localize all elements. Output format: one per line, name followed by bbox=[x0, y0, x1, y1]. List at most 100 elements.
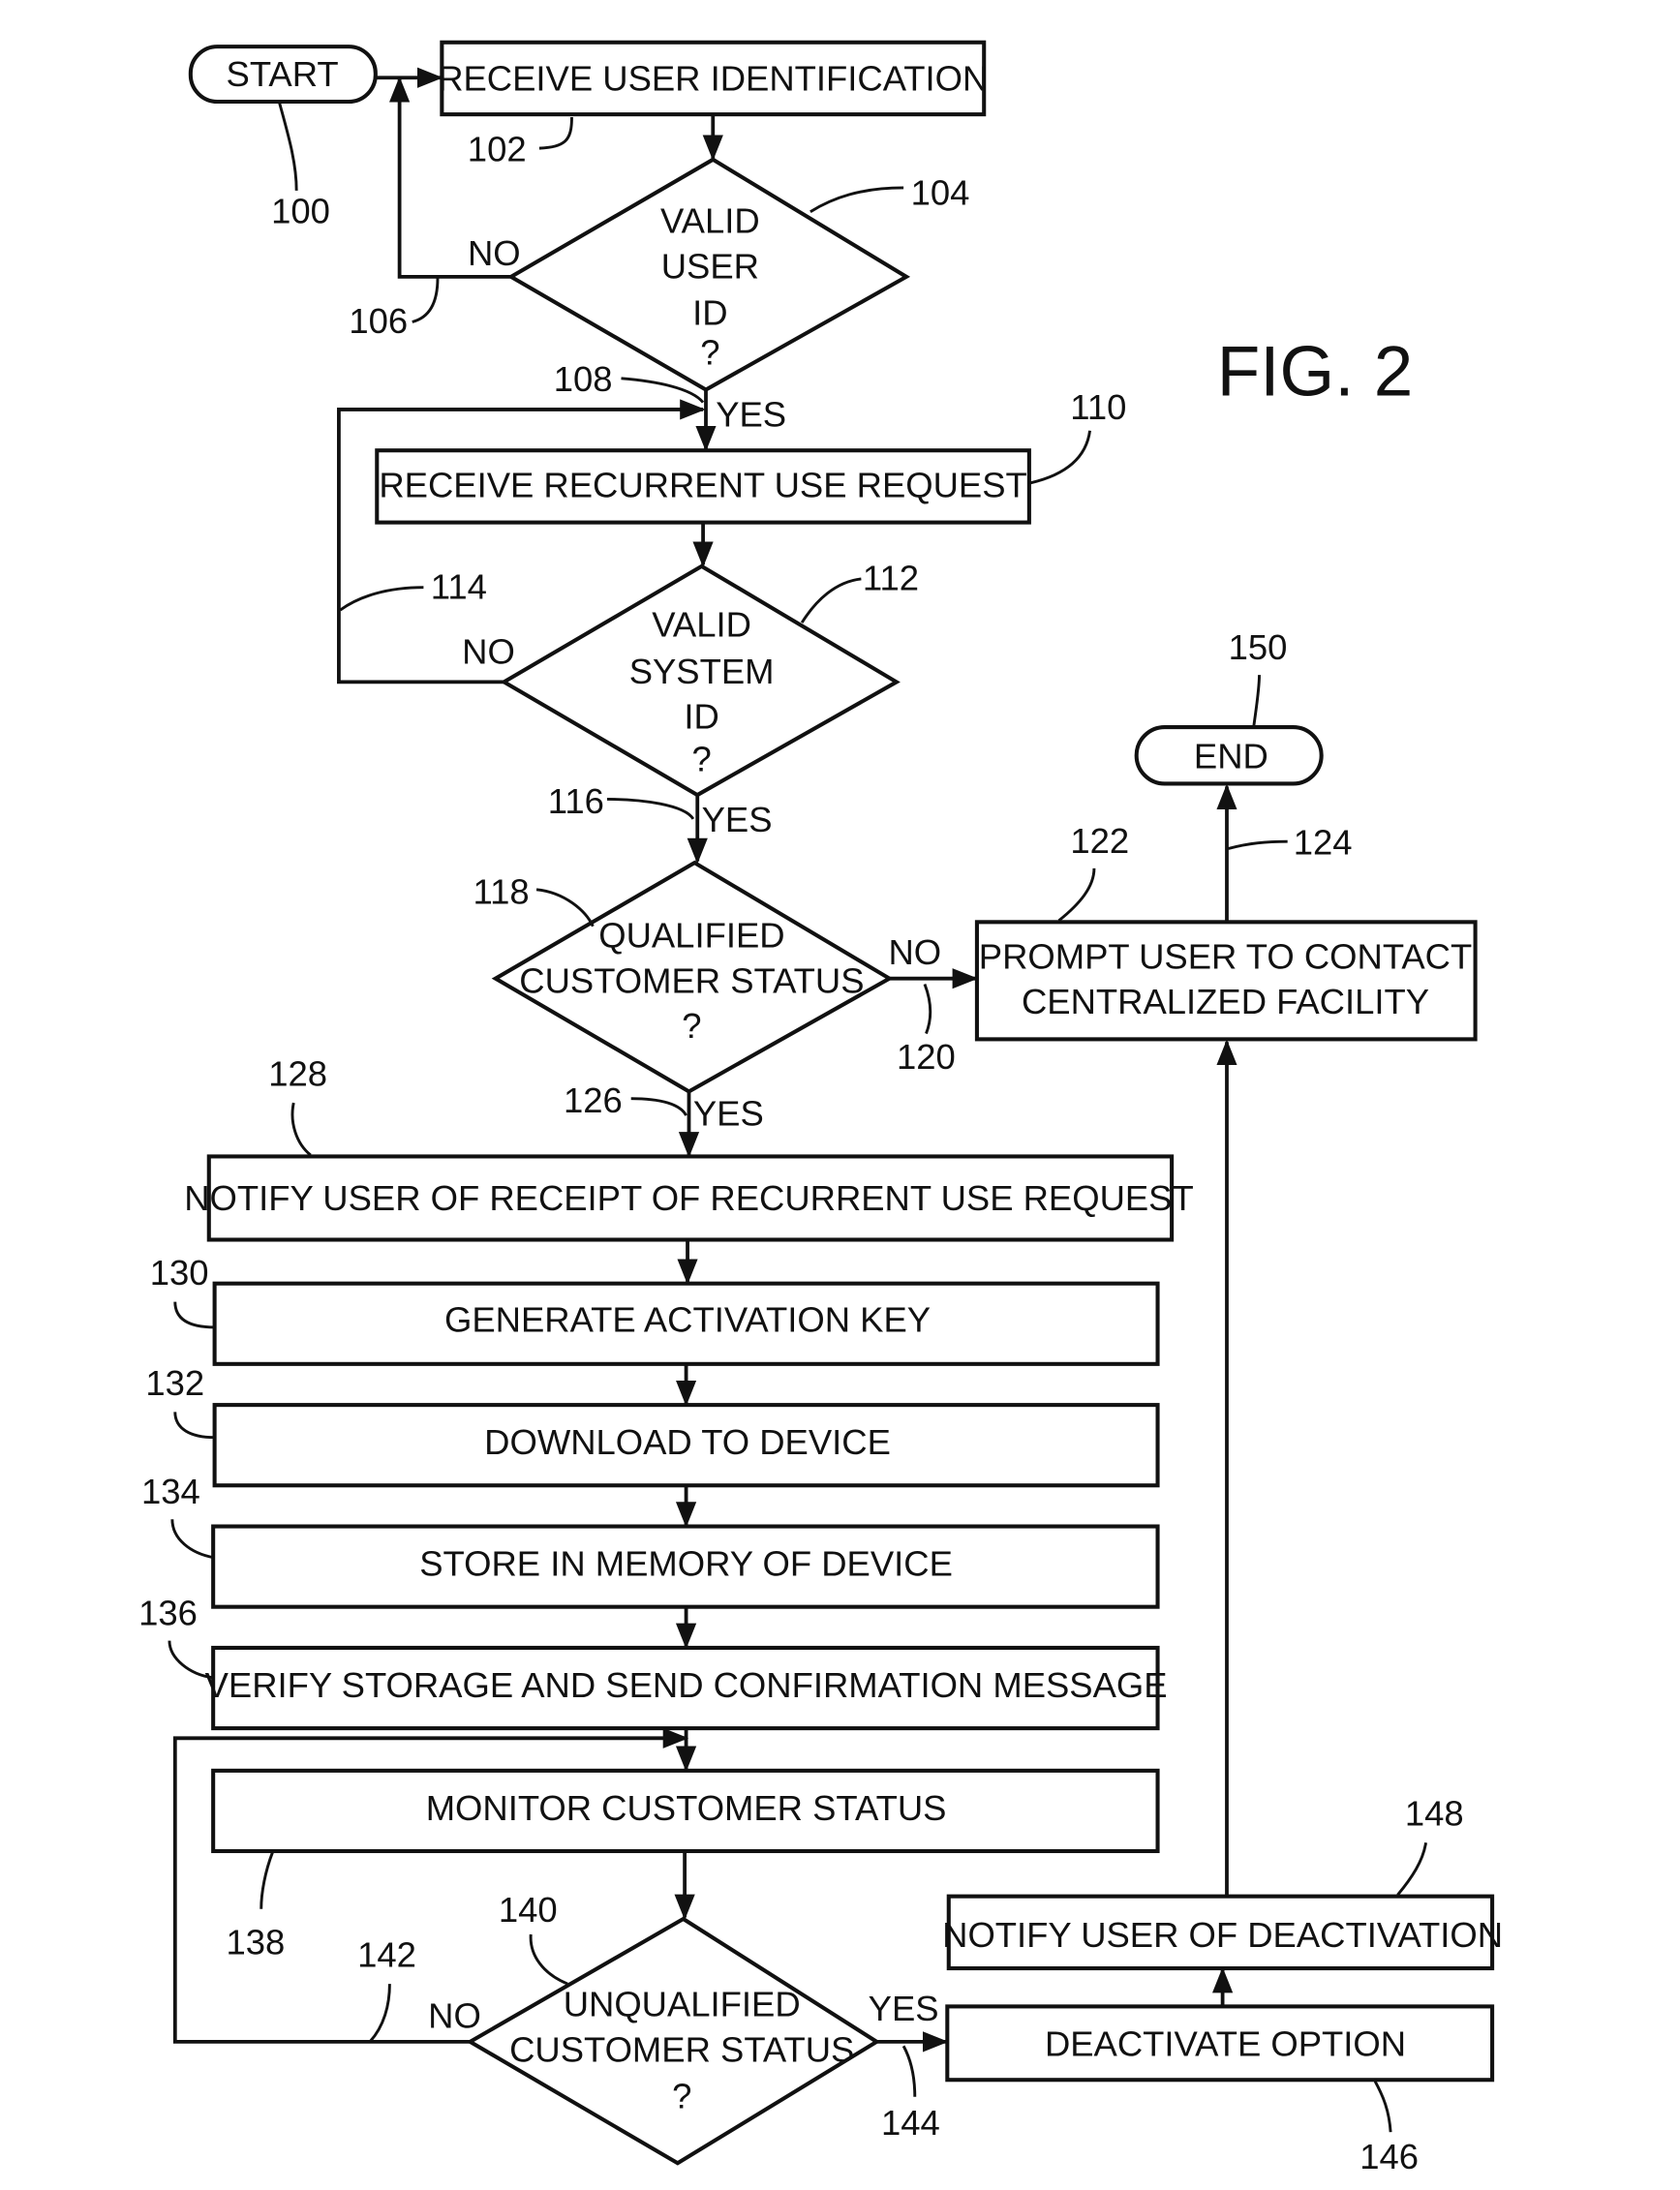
ref-leader-102 bbox=[538, 117, 573, 150]
start-terminal: START bbox=[188, 45, 378, 105]
ref-leader-126 bbox=[630, 1097, 687, 1116]
edge-142-label: NO bbox=[428, 1995, 481, 2035]
process-label: RECEIVE USER IDENTIFICATION bbox=[438, 58, 988, 98]
decision-line-3: ? bbox=[672, 2076, 691, 2115]
ref-leader-114 bbox=[339, 586, 424, 612]
process-verify-storage: VERIFY STORAGE AND SEND CONFIRMATION MES… bbox=[205, 1645, 1168, 1731]
ref-leader-132 bbox=[173, 1412, 215, 1440]
ref-leader-134 bbox=[170, 1519, 214, 1560]
decision-line-4: ? bbox=[691, 739, 711, 778]
ref-120: 120 bbox=[897, 1037, 956, 1077]
process-receive-user-identification: RECEIVE USER IDENTIFICATION bbox=[438, 40, 988, 117]
process-notify-receipt: NOTIFY USER OF RECEIPT OF RECURRENT USE … bbox=[184, 1154, 1194, 1242]
process-label: DEACTIVATE OPTION bbox=[1045, 2023, 1406, 2063]
process-label: RECEIVE RECURRENT USE REQUEST bbox=[379, 465, 1026, 504]
ref-132: 132 bbox=[145, 1363, 204, 1403]
ref-116: 116 bbox=[548, 781, 604, 821]
ref-leader-148 bbox=[1396, 1841, 1428, 1897]
process-deactivate-option: DEACTIVATE OPTION bbox=[945, 2004, 1495, 2083]
decision-line-3: ID bbox=[684, 697, 718, 737]
ref-102: 102 bbox=[468, 129, 527, 168]
edge-106-label: NO bbox=[468, 233, 521, 273]
ref-134: 134 bbox=[141, 1472, 200, 1511]
ref-leader-116 bbox=[606, 798, 695, 820]
ref-leader-112 bbox=[800, 577, 862, 624]
process-generate-activation-key: GENERATE ACTIVATION KEY bbox=[212, 1281, 1160, 1366]
ref-104: 104 bbox=[911, 172, 970, 212]
ref-106: 106 bbox=[349, 301, 408, 341]
decision-line-2: CUSTOMER STATUS bbox=[509, 2029, 854, 2069]
ref-leader-128 bbox=[290, 1102, 312, 1157]
decision-unqualified-customer-status: UNQUALIFIED CUSTOMER STATUS ? bbox=[466, 1916, 881, 2166]
decision-line-2: SYSTEM bbox=[629, 652, 775, 691]
ref-leader-106 bbox=[412, 278, 440, 323]
ref-126: 126 bbox=[564, 1080, 623, 1120]
ref-140: 140 bbox=[499, 1890, 558, 1930]
ref-leader-146 bbox=[1373, 2081, 1392, 2133]
ref-136: 136 bbox=[138, 1594, 198, 1633]
ref-leader-138 bbox=[260, 1851, 274, 1909]
ref-110: 110 bbox=[1070, 387, 1126, 427]
decision-line-1: UNQUALIFIED bbox=[564, 1985, 801, 2024]
edge-108-label: YES bbox=[716, 394, 786, 434]
process-store-in-memory: STORE IN MEMORY OF DEVICE bbox=[211, 1524, 1160, 1609]
ref-122: 122 bbox=[1070, 821, 1129, 861]
edge-116-label: YES bbox=[702, 800, 773, 839]
ref-138: 138 bbox=[227, 1922, 286, 1962]
edge-120-label: NO bbox=[888, 932, 941, 972]
process-label: VERIFY STORAGE AND SEND CONFIRMATION MES… bbox=[205, 1665, 1168, 1705]
ref-128: 128 bbox=[268, 1054, 327, 1094]
process-notify-deactivation: NOTIFY USER OF DEACTIVATION bbox=[942, 1894, 1503, 1971]
ref-146: 146 bbox=[1359, 2137, 1419, 2176]
process-prompt-user-contact: PROMPT USER TO CONTACT CENTRALIZED FACIL… bbox=[974, 920, 1478, 1042]
process-line-2: CENTRALIZED FACILITY bbox=[1022, 982, 1429, 1021]
decision-line-3: ? bbox=[682, 1006, 701, 1046]
decision-line-1: VALID bbox=[652, 605, 751, 645]
process-line-1: PROMPT USER TO CONTACT bbox=[979, 936, 1472, 976]
process-label: DOWNLOAD TO DEVICE bbox=[484, 1422, 891, 1462]
end-label: END bbox=[1194, 736, 1268, 776]
ref-leader-104 bbox=[809, 186, 904, 213]
edge-114-label: NO bbox=[462, 631, 515, 671]
ref-114: 114 bbox=[431, 566, 487, 606]
decision-line-4: ? bbox=[700, 332, 719, 372]
ref-130: 130 bbox=[150, 1253, 209, 1293]
decision-line-1: QUALIFIED bbox=[598, 916, 784, 956]
ref-leader-120 bbox=[923, 983, 932, 1035]
ref-leader-124 bbox=[1228, 839, 1288, 850]
ref-144: 144 bbox=[881, 2103, 940, 2143]
process-monitor-customer-status: MONITOR CUSTOMER STATUS bbox=[211, 1768, 1160, 1854]
decision-line-2: CUSTOMER STATUS bbox=[519, 960, 864, 1000]
ref-leader-142 bbox=[368, 1984, 391, 2043]
process-receive-recurrent-use-request: RECEIVE RECURRENT USE REQUEST bbox=[375, 448, 1031, 525]
ref-leader-110 bbox=[1029, 430, 1092, 485]
edge-126-label: YES bbox=[693, 1093, 764, 1133]
ref-leader-130 bbox=[173, 1301, 215, 1329]
process-label: NOTIFY USER OF RECEIPT OF RECURRENT USE … bbox=[184, 1178, 1194, 1218]
end-terminal: END bbox=[1134, 725, 1324, 786]
ref-100: 100 bbox=[271, 191, 330, 230]
ref-118: 118 bbox=[473, 871, 530, 911]
ref-108: 108 bbox=[554, 359, 613, 399]
process-label: MONITOR CUSTOMER STATUS bbox=[426, 1788, 947, 1828]
decision-line-2: USER bbox=[661, 246, 759, 286]
decision-valid-system-id: VALID SYSTEM ID ? bbox=[500, 563, 901, 798]
decision-line-3: ID bbox=[692, 292, 727, 332]
ref-112: 112 bbox=[863, 559, 919, 598]
ref-142: 142 bbox=[357, 1935, 416, 1975]
start-label: START bbox=[227, 54, 339, 94]
ref-leader-122 bbox=[1057, 867, 1096, 923]
ref-leader-144 bbox=[901, 2045, 917, 2097]
ref-leader-118 bbox=[535, 888, 595, 928]
ref-leader-150 bbox=[1252, 675, 1261, 728]
ref-leader-100 bbox=[278, 103, 298, 191]
process-label: NOTIFY USER OF DEACTIVATION bbox=[942, 1915, 1503, 1955]
figure-title: FIG. 2 bbox=[1217, 332, 1413, 411]
decision-qualified-customer-status: QUALIFIED CUSTOMER STATUS ? bbox=[491, 860, 894, 1094]
flowchart-diagram: FIG. 2 START 100 RECEIVE USER IDENTIFICA… bbox=[138, 40, 1503, 2176]
ref-148: 148 bbox=[1405, 1794, 1464, 1834]
ref-150: 150 bbox=[1229, 627, 1288, 667]
edge-144-label: YES bbox=[869, 1989, 939, 2028]
decision-line-1: VALID bbox=[660, 201, 760, 241]
process-label: STORE IN MEMORY OF DEVICE bbox=[419, 1544, 953, 1584]
